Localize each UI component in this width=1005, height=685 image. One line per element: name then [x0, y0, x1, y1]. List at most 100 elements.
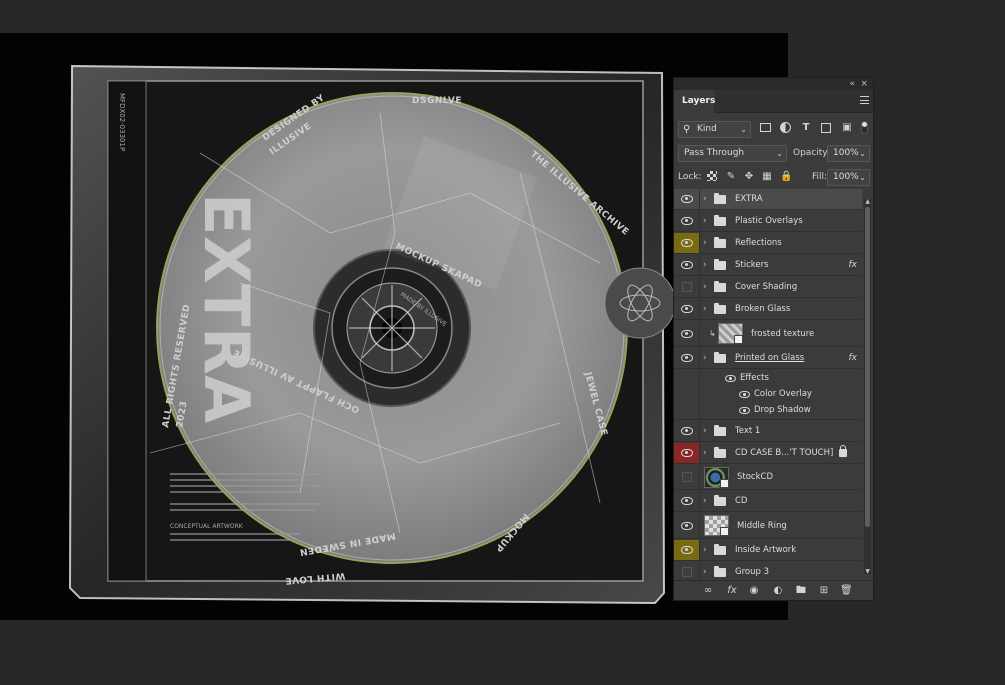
visibility-toggle[interactable] [674, 513, 700, 538]
cd-case-mockup-artwork: EXTRA MFDX02-03301P DESIGNED BY ILLUSIVE… [68, 64, 676, 605]
visibility-toggle[interactable] [674, 211, 700, 231]
lock-transparent-icon[interactable] [707, 171, 717, 181]
chevron-right-icon[interactable]: › [703, 491, 707, 512]
scroll-down-icon[interactable]: ▼ [865, 568, 870, 575]
chevron-right-icon[interactable]: › [703, 211, 707, 232]
panel-menu-icon[interactable] [860, 96, 869, 104]
adjustment-filter-icon[interactable] [780, 122, 791, 133]
visibility-toggle[interactable] [674, 277, 700, 297]
visibility-toggle[interactable] [674, 299, 700, 319]
effects-eye-icon[interactable] [725, 375, 736, 382]
layer-thumbnail [704, 467, 729, 488]
chevron-right-icon[interactable]: › [703, 233, 707, 254]
visibility-toggle[interactable] [674, 321, 700, 346]
lock-position-icon[interactable]: ✥ [743, 171, 755, 183]
filter-toggle[interactable] [861, 121, 868, 134]
fx-badge[interactable]: fx [849, 255, 858, 276]
layer-cover-shading[interactable]: › Cover Shading [674, 277, 862, 298]
chevron-down-icon: ⌄ [859, 173, 866, 182]
scroll-up-icon[interactable]: ▲ [865, 198, 870, 205]
type-filter-icon[interactable]: T [800, 122, 812, 134]
visibility-toggle[interactable] [674, 540, 700, 560]
tab-layers[interactable]: Layers [674, 90, 715, 113]
lock-image-icon[interactable]: ✎ [725, 171, 737, 183]
lock-all-icon[interactable]: 🔒 [780, 171, 792, 183]
collapse-panel-button[interactable]: « [849, 78, 855, 90]
layer-cd[interactable]: › CD [674, 491, 862, 512]
link-layers-icon[interactable]: ∞ [702, 585, 714, 597]
image-filter-icon[interactable] [760, 123, 771, 132]
document-canvas[interactable]: EXTRA MFDX02-03301P DESIGNED BY ILLUSIVE… [0, 33, 788, 620]
folder-icon [714, 259, 726, 270]
layer-broken-glass[interactable]: › Broken Glass [674, 299, 862, 320]
visibility-toggle[interactable] [674, 255, 700, 275]
folder-icon [714, 447, 726, 458]
shape-filter-icon[interactable] [821, 123, 831, 133]
spine-title-text: EXTRA [190, 193, 263, 424]
visibility-toggle[interactable] [674, 189, 700, 209]
layer-frosted-texture[interactable]: ↳ frosted texture [674, 321, 862, 347]
eye-icon [681, 330, 693, 338]
layer-name: CD [735, 496, 748, 506]
layer-printed-on-glass[interactable]: › Printed on Glass fx [674, 348, 862, 369]
visibility-toggle[interactable] [674, 465, 700, 489]
effects-label: Effects [740, 373, 769, 383]
eye-icon [681, 546, 693, 554]
chevron-right-icon[interactable]: › [703, 562, 707, 579]
opacity-label: Opacity: [793, 148, 830, 158]
panel-topbar: « × [674, 78, 873, 90]
layer-group-3[interactable]: › Group 3 [674, 562, 862, 579]
effect-color-overlay[interactable]: Color Overlay [754, 386, 812, 402]
visibility-toggle[interactable] [674, 443, 700, 463]
trash-icon[interactable]: 🗑 [840, 585, 853, 597]
adjustment-layer-icon[interactable]: ◐ [772, 585, 784, 597]
visibility-toggle[interactable] [674, 421, 700, 441]
layer-extra[interactable]: › EXTRA [674, 189, 862, 210]
layer-middle-ring[interactable]: Middle Ring [674, 513, 862, 539]
chevron-right-icon[interactable]: › [703, 540, 707, 561]
layers-scrollbar[interactable]: ▲ ▼ [864, 198, 871, 575]
layer-thumbnail [718, 323, 743, 344]
visibility-toggle[interactable] [674, 491, 700, 511]
fx-icon[interactable]: fx [726, 585, 738, 597]
kind-filter-select[interactable]: ⚲ Kind ⌄ [678, 121, 751, 138]
chevron-right-icon[interactable]: › [703, 277, 707, 298]
folder-icon [714, 544, 726, 555]
eye-icon [681, 239, 693, 247]
layer-stockcd[interactable]: StockCD [674, 465, 862, 490]
chevron-right-icon[interactable]: › [703, 348, 707, 369]
layer-stickers[interactable]: › Stickers fx [674, 255, 862, 276]
spine-code-text: MFDX02-03301P [118, 93, 126, 151]
color-overlay-eye-icon[interactable] [739, 391, 750, 398]
chevron-right-icon[interactable]: › [703, 299, 707, 320]
eye-icon [681, 427, 693, 435]
smart-object-filter-icon[interactable]: ▣ [841, 122, 853, 134]
drop-shadow-eye-icon[interactable] [739, 407, 750, 414]
fx-badge[interactable]: fx [849, 348, 858, 369]
fill-input[interactable]: 100% ⌄ [827, 169, 870, 186]
chevron-right-icon[interactable]: › [703, 443, 707, 464]
clipping-arrow-icon: ↳ [709, 329, 716, 338]
layer-plastic-overlays[interactable]: › Plastic Overlays [674, 211, 862, 232]
new-group-icon[interactable]: 🖿 [795, 585, 807, 597]
layer-text-1[interactable]: › Text 1 [674, 421, 862, 442]
visibility-toggle[interactable] [674, 562, 700, 579]
layer-inside-artwork[interactable]: › Inside Artwork [674, 540, 862, 561]
visibility-toggle[interactable] [674, 233, 700, 253]
eye-icon [681, 305, 693, 313]
opacity-input[interactable]: 100% ⌄ [827, 145, 870, 162]
lock-artboard-icon[interactable]: ▦ [761, 171, 773, 183]
layer-reflections[interactable]: › Reflections [674, 233, 862, 254]
layer-name: Broken Glass [735, 304, 791, 314]
mask-icon[interactable]: ◉ [748, 585, 760, 597]
new-layer-icon[interactable]: ⊞ [818, 585, 830, 597]
scroll-thumb[interactable] [865, 207, 870, 527]
effect-drop-shadow[interactable]: Drop Shadow [754, 402, 811, 418]
visibility-toggle[interactable] [674, 348, 700, 368]
chevron-right-icon[interactable]: › [703, 255, 707, 276]
chevron-right-icon[interactable]: › [703, 421, 707, 442]
close-panel-button[interactable]: × [860, 78, 868, 90]
chevron-right-icon[interactable]: › [703, 189, 707, 210]
blend-mode-select[interactable]: Pass Through ⌄ [678, 145, 787, 162]
layer-cd-case[interactable]: › CD CASE B...'T TOUCH] [674, 443, 862, 464]
